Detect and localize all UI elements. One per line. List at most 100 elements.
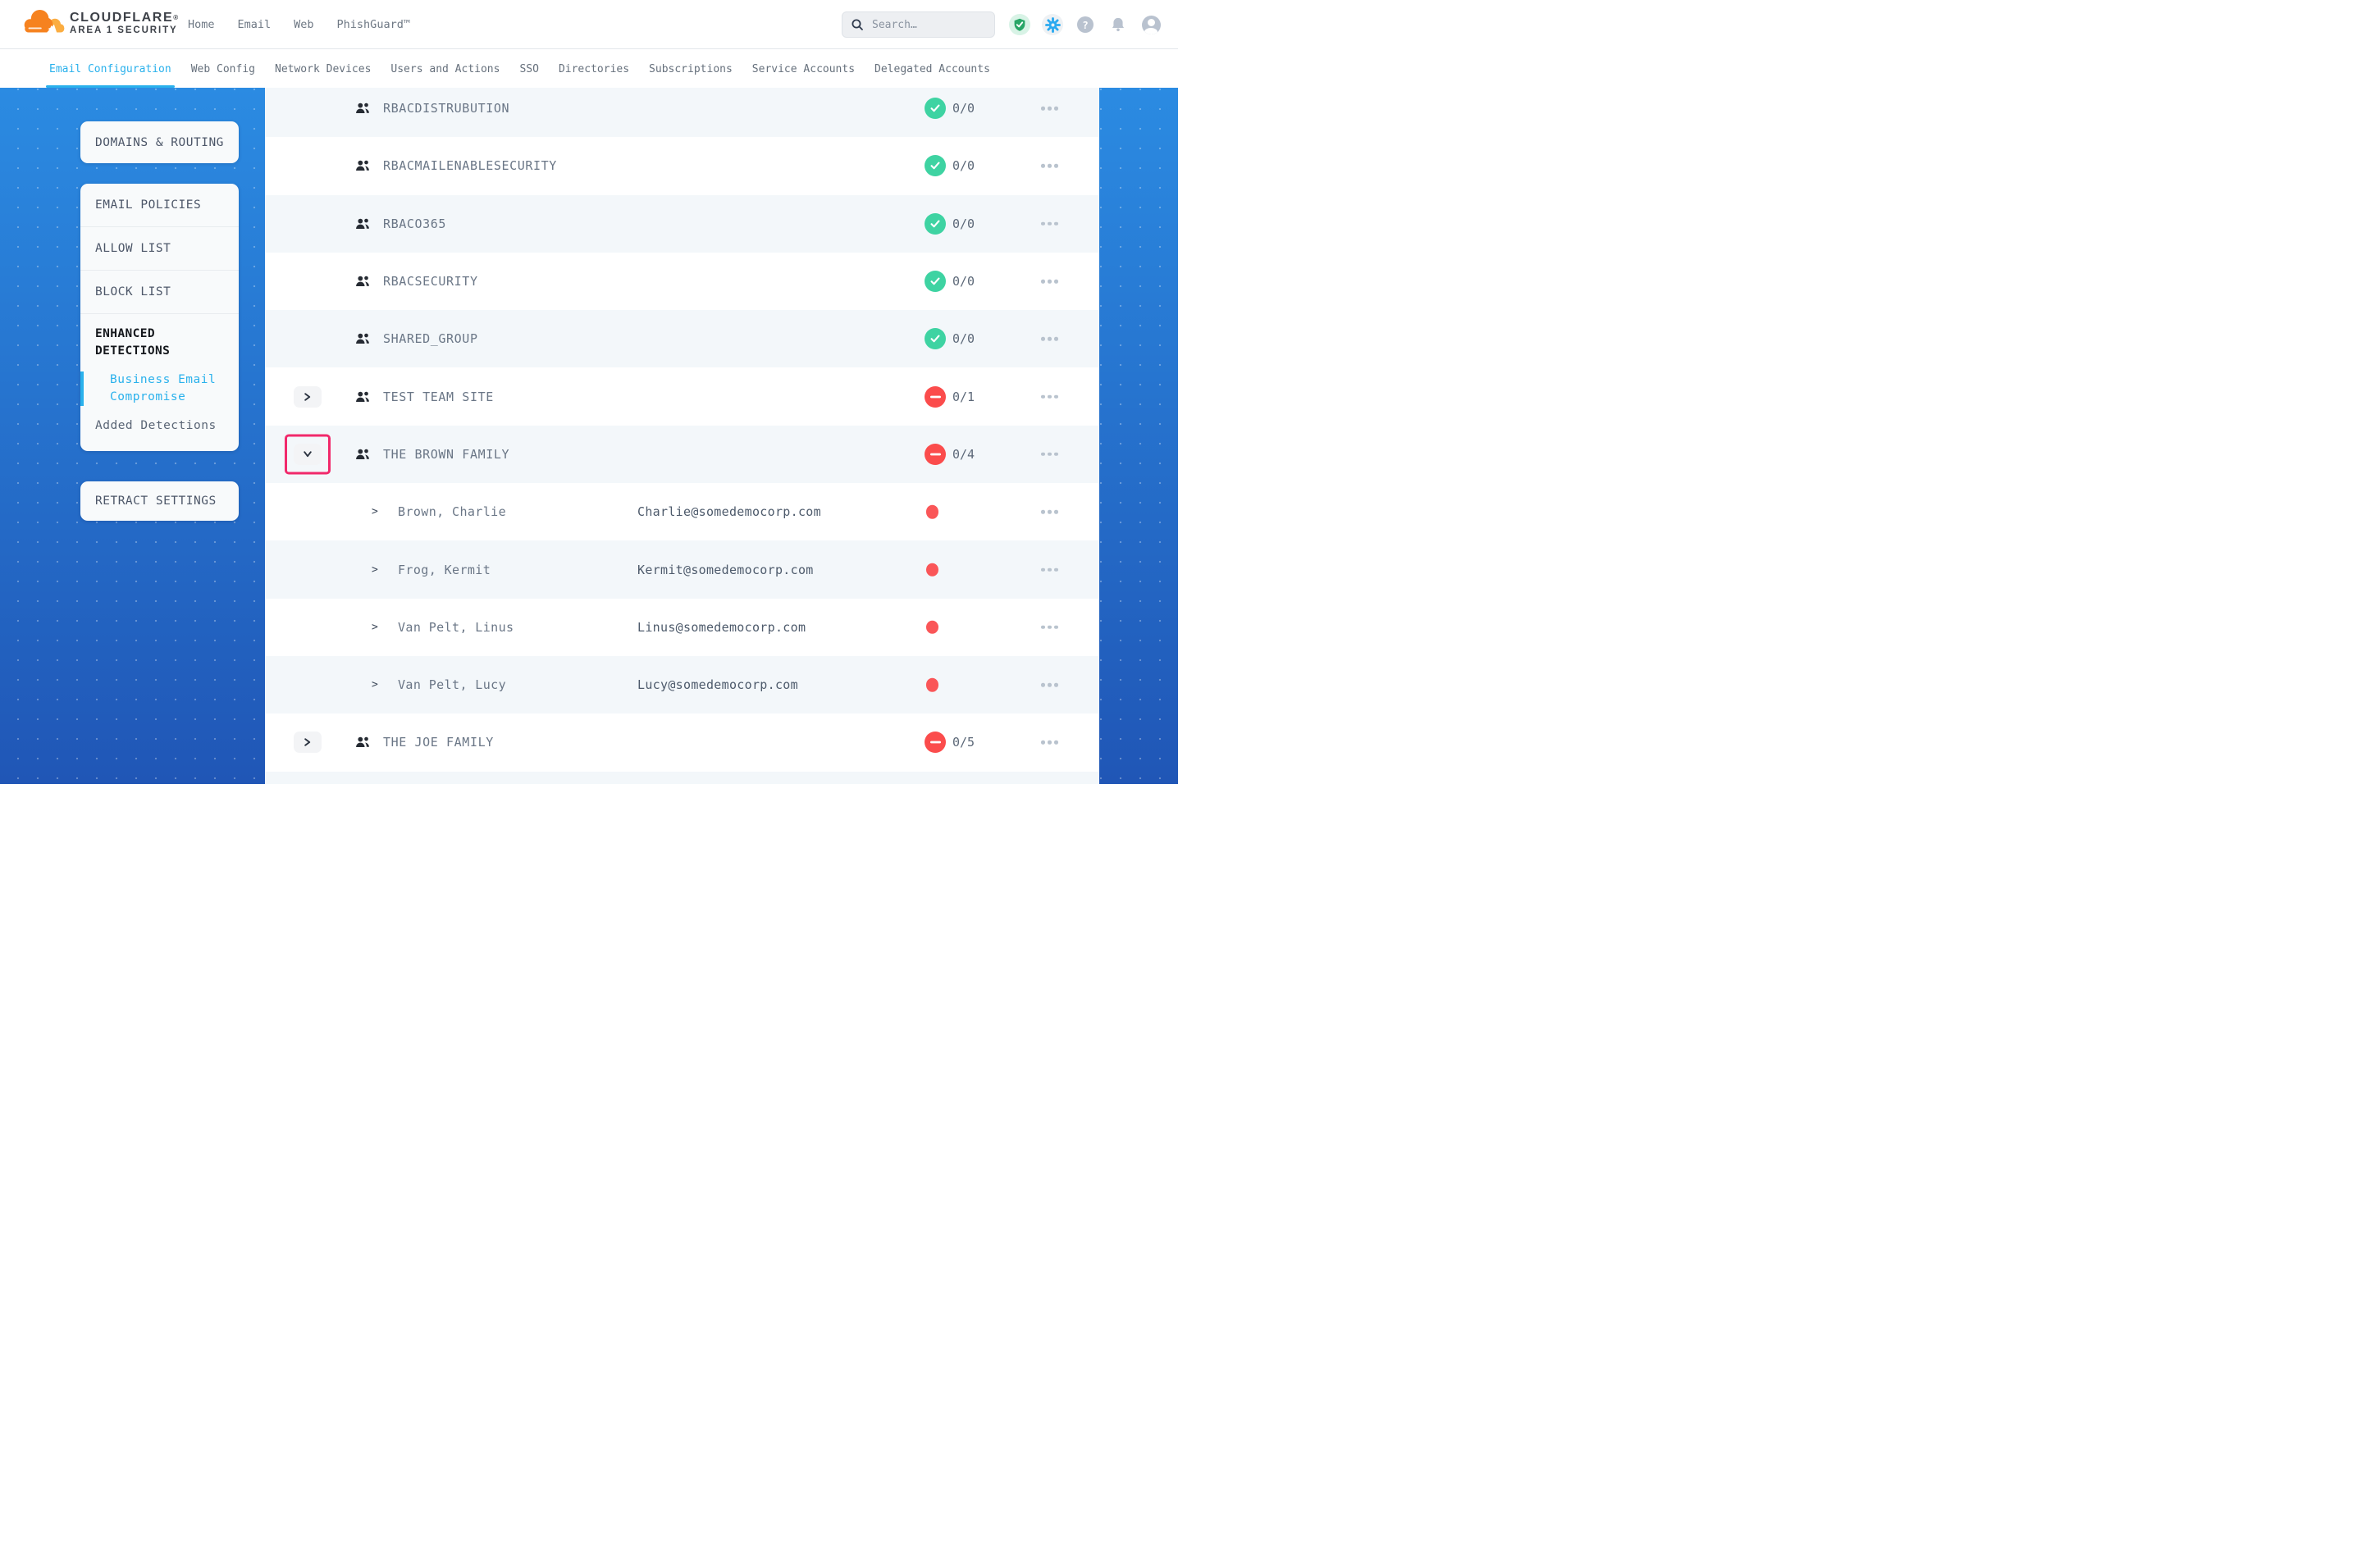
status-badge xyxy=(925,386,946,408)
row-menu-icon[interactable] xyxy=(1041,510,1058,514)
member-count: 0/0 xyxy=(952,274,975,289)
search-box[interactable] xyxy=(842,11,995,38)
table-row-group[interactable]: TEST TEAM SITE 0/1 xyxy=(265,367,1099,425)
sidebar-item-business-email-compromise[interactable]: Business Email Compromise xyxy=(80,370,227,408)
member-email: Linus@somedemocorp.com xyxy=(637,620,806,635)
row-menu-icon[interactable] xyxy=(1041,394,1058,399)
member-email: Lucy@somedemocorp.com xyxy=(637,677,798,692)
nav-item[interactable]: Web xyxy=(294,18,313,31)
expand-toggle-button[interactable] xyxy=(294,386,322,408)
table-row-partial xyxy=(265,772,1099,784)
tab[interactable]: Email Configuration xyxy=(49,50,171,88)
search-input[interactable] xyxy=(870,18,985,32)
row-menu-icon[interactable] xyxy=(1041,567,1058,572)
tab[interactable]: Directories xyxy=(559,50,629,88)
group-name: SHARED_GROUP xyxy=(383,331,478,346)
tab[interactable]: SSO xyxy=(519,50,538,88)
group-name: RBACSECURITY xyxy=(383,274,478,289)
member-count: 0/0 xyxy=(952,101,975,116)
table-row-group[interactable]: THE BROWN FAMILY 0/4 xyxy=(265,426,1099,483)
member-email: Charlie@somedemocorp.com xyxy=(637,504,821,519)
table-row-group[interactable]: RBACO365 0/0 xyxy=(265,195,1099,253)
groups-table-rows: RBACDISTRUBUTION 0/0 RBACM xyxy=(265,88,1099,784)
sidebar-card-email-policies: EMAIL POLICIES ALLOW LIST BLOCK LIST ENH… xyxy=(80,184,239,451)
group-people-icon xyxy=(355,333,370,345)
sidebar-card-domains-routing[interactable]: DOMAINS & ROUTING xyxy=(80,121,239,163)
group-people-icon xyxy=(355,390,370,403)
table-row-member[interactable]: > Van Pelt, Lucy Lucy@somedemocorp.com xyxy=(265,656,1099,713)
tab[interactable]: Network Devices xyxy=(275,50,371,88)
table-row-group[interactable]: THE JOE FAMILY 0/5 xyxy=(265,713,1099,771)
groups-table-panel: RBACDISTRUBUTION 0/0 RBACM xyxy=(265,88,1099,784)
row-menu-icon[interactable] xyxy=(1041,107,1058,111)
row-menu-icon[interactable] xyxy=(1041,741,1058,745)
tab[interactable]: Subscriptions xyxy=(649,50,733,88)
group-name: RBACDISTRUBUTION xyxy=(383,101,509,116)
member-count: 0/0 xyxy=(952,331,975,346)
row-menu-icon[interactable] xyxy=(1041,280,1058,284)
member-count: 0/0 xyxy=(952,217,975,231)
group-people-icon xyxy=(355,217,370,230)
sidebar-header-enhanced-detections: ENHANCED DETECTIONS xyxy=(95,326,227,360)
member-status-dot xyxy=(926,563,938,577)
user-avatar-icon[interactable] xyxy=(1140,14,1162,35)
group-name: TEST TEAM SITE xyxy=(383,390,494,404)
member-caret-icon[interactable]: > xyxy=(372,679,378,691)
sidebar-item-added-detections[interactable]: Added Detections xyxy=(95,417,227,435)
sidebar-item-email-policies[interactable]: EMAIL POLICIES xyxy=(80,184,239,227)
bell-icon[interactable] xyxy=(1107,14,1129,35)
nav-item[interactable]: Email xyxy=(238,18,272,31)
sidebar-item-allow-list[interactable]: ALLOW LIST xyxy=(80,227,239,271)
active-indicator-bar xyxy=(80,371,84,406)
sidebar-item-block-list[interactable]: BLOCK LIST xyxy=(80,271,239,314)
tab[interactable]: Users and Actions xyxy=(390,50,500,88)
expand-toggle-button[interactable] xyxy=(294,732,322,753)
table-row-group[interactable]: SHARED_GROUP 0/0 xyxy=(265,310,1099,367)
brand-line1: CLOUDFLARE xyxy=(70,11,173,25)
table-row-member[interactable]: > Frog, Kermit Kermit@somedemocorp.com xyxy=(265,540,1099,598)
table-row-member[interactable]: > Van Pelt, Linus Linus@somedemocorp.com xyxy=(265,599,1099,656)
member-caret-icon[interactable]: > xyxy=(372,506,378,518)
nav-item[interactable]: PhishGuard™ xyxy=(337,18,410,31)
shield-check-icon[interactable] xyxy=(1009,14,1030,35)
member-email: Kermit@somedemocorp.com xyxy=(637,563,814,577)
member-count: 0/0 xyxy=(952,158,975,173)
gear-icon[interactable] xyxy=(1042,14,1063,35)
tab[interactable]: Delegated Accounts xyxy=(874,50,990,88)
member-count: 0/5 xyxy=(952,735,975,750)
sidebar-card-retract-settings[interactable]: RETRACT SETTINGS xyxy=(80,481,239,521)
member-status-dot xyxy=(926,621,938,635)
tab[interactable]: Service Accounts xyxy=(752,50,855,88)
status-badge xyxy=(925,328,946,349)
row-menu-icon[interactable] xyxy=(1041,164,1058,168)
nav-item[interactable]: Home xyxy=(188,18,215,31)
group-name: THE BROWN FAMILY xyxy=(383,447,509,462)
table-row-group[interactable]: RBACSECURITY 0/0 xyxy=(265,253,1099,310)
row-menu-icon[interactable] xyxy=(1041,453,1058,457)
group-people-icon xyxy=(355,448,370,460)
row-menu-icon[interactable] xyxy=(1041,337,1058,341)
member-count: 0/4 xyxy=(952,447,975,462)
table-row-group[interactable]: RBACDISTRUBUTION 0/0 xyxy=(265,88,1099,137)
member-name: Van Pelt, Linus xyxy=(398,620,514,635)
member-name: Van Pelt, Lucy xyxy=(398,677,506,692)
member-caret-icon[interactable]: > xyxy=(372,621,378,633)
brand-line2: AREA 1 SECURITY xyxy=(70,25,180,37)
sidebar-section-enhanced-detections: ENHANCED DETECTIONS Business Email Compr… xyxy=(80,314,239,435)
member-status-dot xyxy=(926,678,938,692)
member-caret-icon[interactable]: > xyxy=(372,563,378,576)
tab[interactable]: Web Config xyxy=(191,50,255,88)
table-row-member[interactable]: > Brown, Charlie Charlie@somedemocorp.co… xyxy=(265,483,1099,540)
row-menu-icon[interactable] xyxy=(1041,683,1058,687)
row-menu-icon[interactable] xyxy=(1041,221,1058,226)
sidebar-item-domains-routing[interactable]: DOMAINS & ROUTING xyxy=(80,136,224,149)
sidebar-item-retract-settings[interactable]: RETRACT SETTINGS xyxy=(80,495,217,508)
expand-toggle-button[interactable] xyxy=(294,444,322,465)
row-menu-icon[interactable] xyxy=(1041,626,1058,630)
header-icon-group: ? xyxy=(1009,14,1162,35)
cloudflare-logo[interactable]: CLOUDFLARE® AREA 1 SECURITY xyxy=(22,6,180,37)
help-icon[interactable]: ? xyxy=(1075,14,1096,35)
member-count: 0/1 xyxy=(952,390,975,404)
member-status-dot xyxy=(926,505,938,519)
table-row-group[interactable]: RBACMAILENABLESECURITY 0/0 xyxy=(265,137,1099,194)
